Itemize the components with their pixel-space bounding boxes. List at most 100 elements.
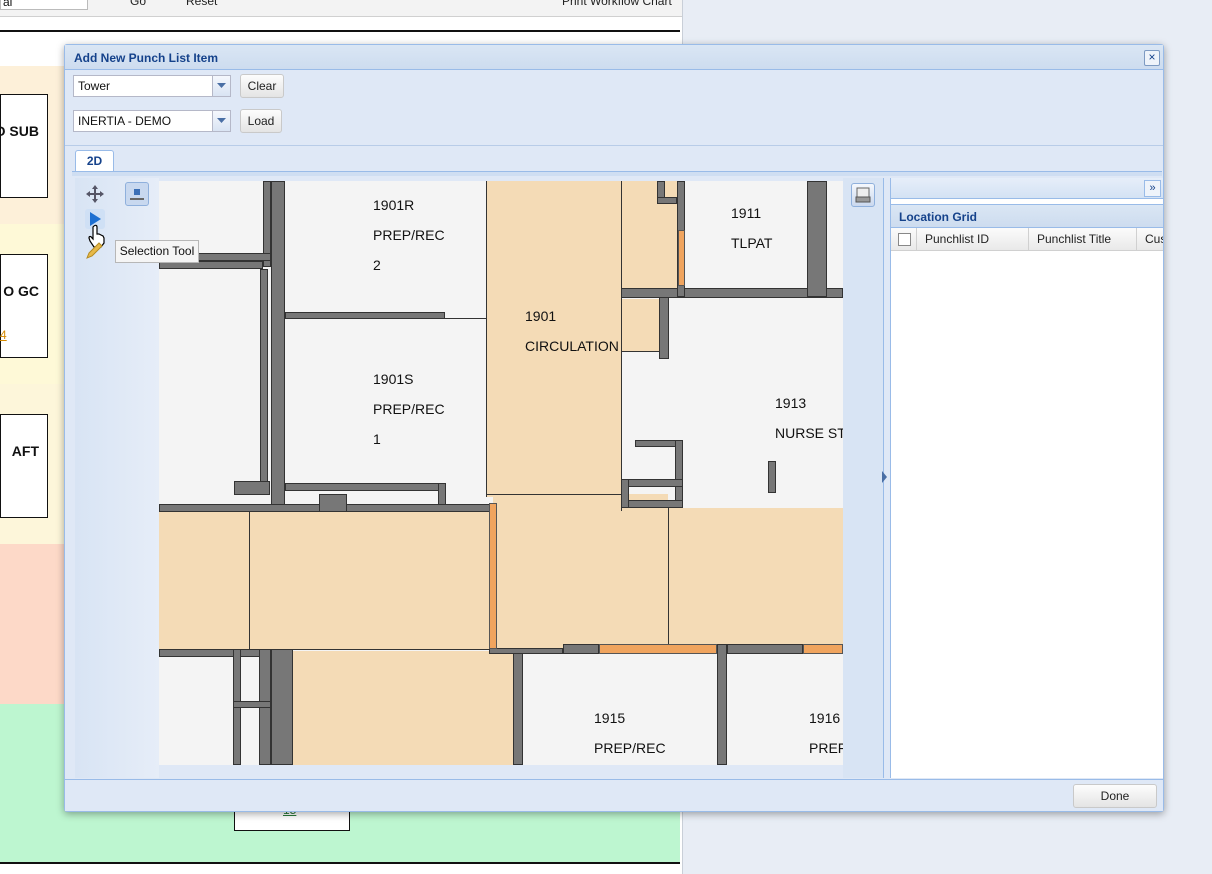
- room-label-1901: 1901 CIRCULATION: [525, 301, 619, 361]
- chevron-down-icon[interactable]: [212, 76, 230, 96]
- corridor-room[interactable]: [159, 512, 493, 650]
- room-type: NURSE ST: [775, 425, 843, 441]
- card-label: AFT: [11, 443, 39, 459]
- accent-wall: [599, 644, 717, 654]
- wall: [659, 297, 669, 359]
- column-cus[interactable]: Cus: [1137, 228, 1163, 250]
- wall: [621, 479, 629, 508]
- pencil-icon[interactable]: [83, 240, 105, 262]
- wall: [271, 649, 293, 765]
- card-link[interactable]: 4: [0, 328, 7, 342]
- accent-wall: [803, 644, 843, 654]
- card-label: O SUB: [0, 123, 39, 139]
- room-number: 1916: [809, 710, 841, 726]
- background-select-value: al: [3, 0, 13, 9]
- bottom-divider: [0, 862, 680, 864]
- go-button[interactable]: Go: [130, 0, 146, 8]
- close-icon[interactable]: ×: [1144, 50, 1160, 66]
- building-select[interactable]: Tower: [73, 75, 231, 97]
- tab-2d[interactable]: 2D: [75, 150, 114, 171]
- room-type: CIRCULATION: [525, 338, 619, 354]
- wall: [727, 644, 803, 654]
- column-punchlist-id[interactable]: Punchlist ID: [917, 228, 1029, 250]
- wall: [657, 197, 677, 204]
- wall: [285, 483, 445, 491]
- room-type: PREF: [809, 740, 843, 756]
- grid-header: Punchlist ID Punchlist Title Cus: [891, 228, 1163, 251]
- background-select[interactable]: al: [0, 0, 88, 10]
- panel-splitter[interactable]: [882, 471, 888, 483]
- dialog-footer: Done: [65, 779, 1163, 811]
- room-type: PREP/REC: [373, 227, 445, 243]
- room-edge: [621, 351, 663, 352]
- print-map-icon[interactable]: [851, 183, 875, 207]
- wall: [233, 701, 271, 708]
- room-label-1915: 1915 PREP/REC: [594, 703, 666, 763]
- accent-wall: [678, 230, 685, 286]
- corridor-room[interactable]: [493, 494, 668, 650]
- room-label-1913: 1913 NURSE ST: [775, 388, 843, 448]
- wall: [513, 650, 523, 765]
- workflow-card[interactable]: AFT: [0, 414, 48, 518]
- wall: [260, 269, 268, 495]
- room-label-1901s: 1901S PREP/REC 1: [373, 364, 445, 454]
- room-number: 1911: [731, 205, 762, 221]
- load-button[interactable]: Load: [240, 109, 282, 133]
- map-toolbar: [75, 178, 159, 778]
- room-fill[interactable]: [293, 651, 513, 765]
- room-label-1911: 1911 TLPAT: [731, 198, 773, 258]
- background-toolbar: al Go Reset Print Workflow Chart: [0, 0, 682, 17]
- workflow-card[interactable]: O GC: [0, 254, 48, 358]
- wall: [234, 481, 270, 495]
- room-number: 1915: [594, 710, 626, 726]
- room-fill[interactable]: [621, 299, 663, 351]
- room-type: PREP/REC: [373, 401, 445, 417]
- corridor-room[interactable]: [668, 508, 843, 644]
- workflow-card[interactable]: O SUB: [0, 94, 48, 198]
- divider: [65, 145, 1163, 146]
- room-edge: [486, 181, 487, 497]
- dialog-title: Add New Punch List Item: [74, 51, 219, 65]
- wall: [717, 644, 727, 765]
- zoom-extent-icon[interactable]: [125, 182, 149, 206]
- room-number: 1913: [775, 395, 807, 411]
- column-punchlist-title[interactable]: Punchlist Title: [1029, 228, 1137, 250]
- double-chevron-right-icon[interactable]: »: [1144, 180, 1161, 197]
- select-all-checkbox[interactable]: [898, 233, 911, 246]
- room-edge: [668, 508, 669, 644]
- divider: [0, 30, 680, 32]
- wall: [675, 440, 683, 506]
- room-label-1916: 1916 PREF: [809, 703, 843, 763]
- selection-tool-tooltip: Selection Tool: [115, 240, 199, 263]
- clear-button[interactable]: Clear: [240, 74, 284, 98]
- chevron-down-icon[interactable]: [212, 111, 230, 131]
- dialog-header: Add New Punch List Item ×: [65, 45, 1163, 70]
- reset-button[interactable]: Reset: [186, 0, 217, 8]
- wall: [319, 494, 347, 512]
- project-select[interactable]: INERTIA - DEMO: [73, 110, 231, 132]
- print-workflow-chart-button[interactable]: Print Workflow Chart: [562, 0, 672, 8]
- room-suffix: 1: [373, 431, 381, 447]
- wall: [768, 461, 776, 493]
- room-suffix: 2: [373, 257, 381, 273]
- grid-top-bar: »: [891, 178, 1163, 199]
- wall: [489, 648, 563, 654]
- wall: [621, 479, 683, 487]
- done-button[interactable]: Done: [1073, 784, 1157, 808]
- floor-plan-map[interactable]: 1901R PREP/REC 2 1911 TLPAT 1901 CIRCULA…: [159, 181, 843, 765]
- room-edge: [486, 494, 622, 495]
- project-select-value: INERTIA - DEMO: [78, 114, 172, 128]
- pan-icon[interactable]: [84, 183, 106, 205]
- select-all-cell: [891, 228, 917, 250]
- room-edge: [249, 512, 250, 650]
- room-edge: [621, 299, 622, 351]
- card-label: O GC: [3, 283, 39, 299]
- building-select-value: Tower: [78, 79, 111, 93]
- accent-wall: [489, 503, 497, 649]
- room-label-1901r: 1901R PREP/REC 2: [373, 190, 445, 280]
- room-number: 1901S: [373, 371, 414, 387]
- room-number: 1901: [525, 308, 557, 324]
- grid-title-bar: Location Grid: [891, 204, 1163, 228]
- wall: [285, 312, 445, 319]
- map-side-bar: [843, 178, 884, 778]
